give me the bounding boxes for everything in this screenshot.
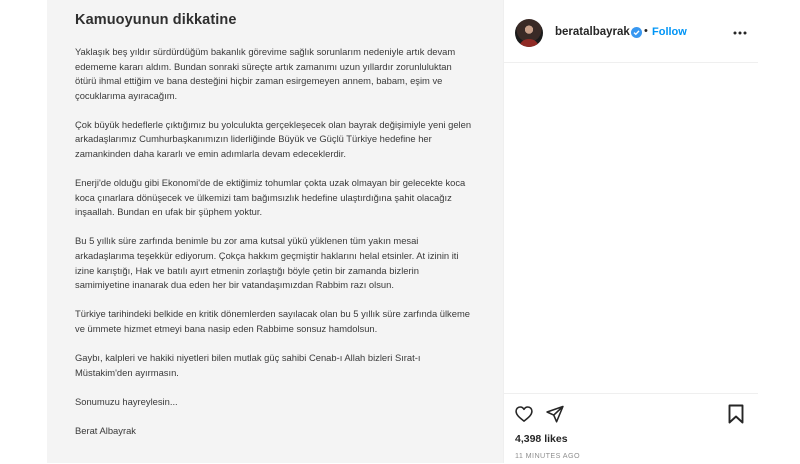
notice-paragraph-5: Türkiye tarihindeki belkide en kritik dö… xyxy=(75,308,470,334)
separator-dot: • xyxy=(644,25,648,37)
more-options-icon[interactable] xyxy=(732,26,748,40)
notice-signature: Berat Albayrak xyxy=(75,424,136,436)
avatar[interactable] xyxy=(515,19,543,47)
follow-button[interactable]: Follow xyxy=(652,26,687,38)
post-sidebar: beratalbayrak • Follow 4,398 likes 11 MI… xyxy=(504,0,800,463)
notice-title: Kamuoyunun dikkatine xyxy=(75,12,237,28)
notice-paragraph-3: Enerji'de olduğu gibi Ekonomi'de de ekti… xyxy=(75,177,466,218)
notice-paragraph-7: Sonumuzu hayreylesin... xyxy=(75,395,178,407)
notice-paragraph-4: Bu 5 yıllık süre zarfında benimle bu zor… xyxy=(75,235,459,291)
like-count[interactable]: 4,398 likes xyxy=(515,433,568,445)
notice-paragraph-1: Yaklaşık beş yıldır sürdürdüğüm bakanlık… xyxy=(75,46,456,101)
bookmark-icon[interactable] xyxy=(727,404,745,424)
paper-plane-icon[interactable] xyxy=(545,404,565,424)
post-image: Kamuoyunun dikkatine Yaklaşık beş yıldır… xyxy=(47,0,504,463)
verified-badge-icon xyxy=(631,27,642,38)
post-header: beratalbayrak • Follow xyxy=(504,0,758,63)
post-timestamp[interactable]: 11 MINUTES AGO xyxy=(515,451,580,460)
heart-icon[interactable] xyxy=(514,404,534,424)
notice-paragraph-6: Gaybı, kalpleri ve hakiki niyetleri bile… xyxy=(75,352,421,378)
notice-paragraph-2: Çok büyük hedeflerle çıktığımız bu yolcu… xyxy=(75,118,472,160)
post-actions: 4,398 likes 11 MINUTES AGO xyxy=(504,393,758,464)
username-link[interactable]: beratalbayrak xyxy=(555,26,630,38)
